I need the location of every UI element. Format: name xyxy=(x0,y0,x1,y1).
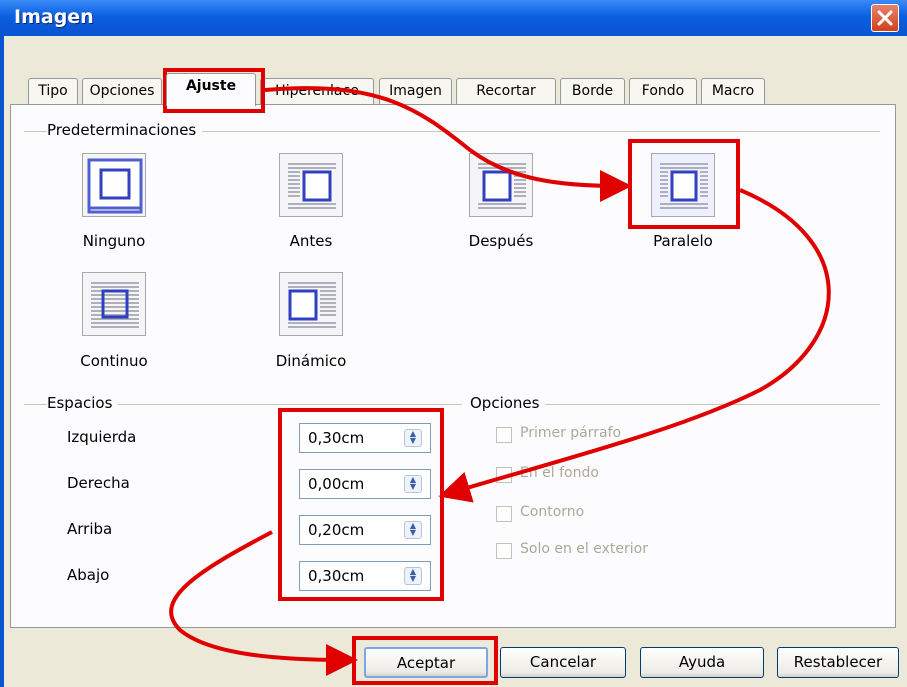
option-first-paragraph-checkbox[interactable] xyxy=(496,427,512,443)
option-contour-label: Contorno xyxy=(520,504,585,520)
tab-macro[interactable]: Macro xyxy=(701,78,765,104)
preset-antes[interactable] xyxy=(279,153,343,217)
spin-arrows-icon[interactable]: ▲ ▼ xyxy=(404,475,422,493)
option-background-label: En el fondo xyxy=(520,465,599,481)
tab-borde[interactable]: Borde xyxy=(560,78,625,104)
preset-paralelo-label: Paralelo xyxy=(653,232,713,250)
wrap-after-icon xyxy=(478,163,526,209)
spacing-left-label: Izquierda xyxy=(67,428,137,446)
title-bar: Imagen xyxy=(0,0,907,36)
preset-continuo-label: Continuo xyxy=(80,352,148,370)
wrap-before-icon xyxy=(288,163,336,209)
tab-opciones[interactable]: Opciones xyxy=(82,78,162,104)
spacing-top-label: Arriba xyxy=(67,520,113,538)
spin-arrows-icon[interactable]: ▲ ▼ xyxy=(404,521,422,539)
preset-paralelo[interactable] xyxy=(651,153,715,217)
cancel-button[interactable]: Cancelar xyxy=(500,647,626,678)
tab-recortar[interactable]: Recortar xyxy=(456,78,556,104)
tab-ajuste[interactable]: Ajuste xyxy=(166,73,256,106)
tab-tipo[interactable]: Tipo xyxy=(28,78,78,104)
spacing-title: Espacios xyxy=(47,394,119,412)
spin-arrows-icon[interactable]: ▲ ▼ xyxy=(404,429,422,447)
presets-title: Predeterminaciones xyxy=(47,121,203,139)
tab-fondo[interactable]: Fondo xyxy=(629,78,697,104)
spacing-left-value: 0,30cm xyxy=(308,429,365,447)
window-frame xyxy=(0,36,4,687)
spin-arrows-icon[interactable]: ▲ ▼ xyxy=(404,567,422,585)
spacing-right-input[interactable]: 0,00cm ▲ ▼ xyxy=(299,469,431,499)
spacing-bottom-value: 0,30cm xyxy=(308,567,365,585)
close-icon xyxy=(877,10,893,26)
preset-ninguno-label: Ninguno xyxy=(82,232,146,250)
spacing-right-label: Derecha xyxy=(67,474,130,492)
preset-despues[interactable] xyxy=(469,153,533,217)
preset-dinamico-label: Dinámico xyxy=(275,352,347,370)
preset-continuo[interactable] xyxy=(82,272,146,336)
spacing-bottom-label: Abajo xyxy=(67,566,110,584)
option-first-paragraph-label: Primer párrafo xyxy=(520,425,622,441)
wrap-parallel-icon xyxy=(660,163,708,209)
option-outside-only-checkbox[interactable] xyxy=(496,543,512,559)
tab-hiperenlace[interactable]: Hiperenlace xyxy=(260,78,374,104)
option-outside-only-label: Solo en el exterior xyxy=(520,541,648,557)
ok-button[interactable]: Aceptar xyxy=(364,647,488,678)
close-button[interactable] xyxy=(871,4,899,32)
option-contour-checkbox[interactable] xyxy=(496,506,512,522)
preset-despues-label: Después xyxy=(468,232,534,250)
options-title: Opciones xyxy=(470,394,546,412)
wrap-through-icon xyxy=(91,282,139,328)
help-button[interactable]: Ayuda xyxy=(640,647,764,678)
reset-button[interactable]: Restablecer xyxy=(777,647,899,678)
window-title: Imagen xyxy=(14,6,94,28)
preset-ninguno[interactable] xyxy=(82,153,146,217)
wrap-none-icon xyxy=(87,158,143,214)
spacing-left-input[interactable]: 0,30cm ▲ ▼ xyxy=(299,423,431,453)
wrap-optimal-icon xyxy=(288,282,336,328)
tab-imagen[interactable]: Imagen xyxy=(379,78,452,104)
spacing-right-value: 0,00cm xyxy=(308,475,365,493)
spacing-top-value: 0,20cm xyxy=(308,521,365,539)
preset-antes-label: Antes xyxy=(289,232,333,250)
option-background-checkbox[interactable] xyxy=(496,467,512,483)
spacing-bottom-input[interactable]: 0,30cm ▲ ▼ xyxy=(299,561,431,591)
spacing-top-input[interactable]: 0,20cm ▲ ▼ xyxy=(299,515,431,545)
preset-dinamico[interactable] xyxy=(279,272,343,336)
